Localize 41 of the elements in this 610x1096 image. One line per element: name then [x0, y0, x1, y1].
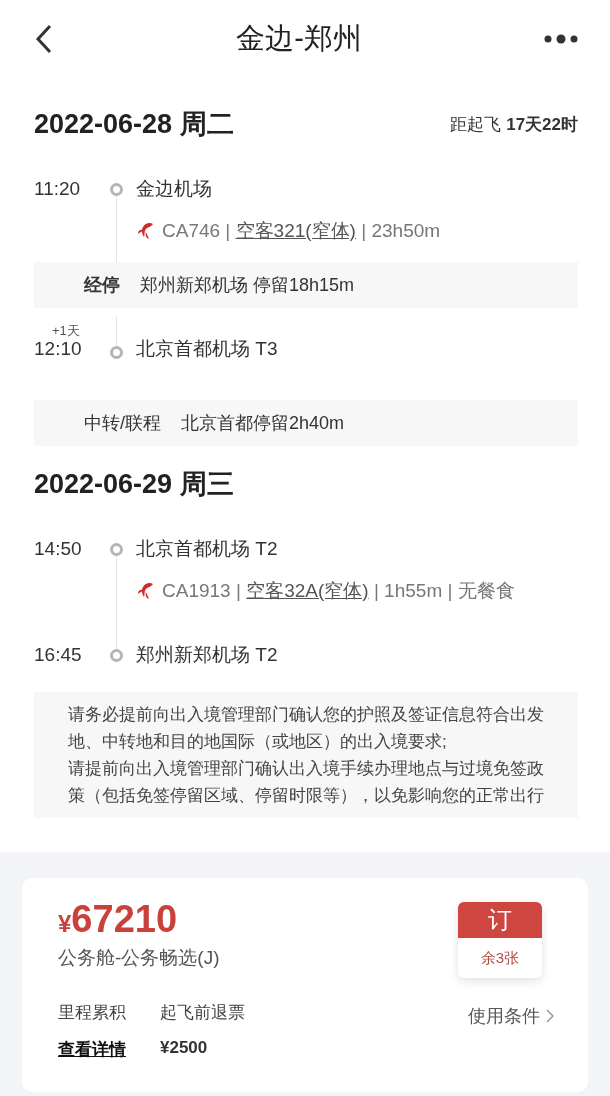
stop-label: 中转/联程: [84, 412, 161, 435]
stop-detail: 郑州新郑机场 停留18h15m: [140, 274, 355, 297]
timeline-dot: [109, 346, 123, 359]
cabin-class: 公务舱-公务畅选(J): [58, 946, 221, 970]
airline-logo-icon: [136, 221, 156, 241]
chevron-right-icon: [546, 1009, 554, 1023]
date-heading: 2022-06-29 周三: [34, 468, 234, 501]
departure-time: 16:45: [34, 644, 82, 666]
conditions-link[interactable]: 使用条件: [468, 1004, 554, 1028]
refund-fee: ¥2500: [160, 1038, 209, 1058]
countdown-text: 距起飞 17天22时: [450, 113, 578, 136]
info-label: 里程累积: [58, 1002, 126, 1024]
book-button[interactable]: 订 余3张: [458, 902, 542, 978]
timeline-dot: [109, 542, 123, 556]
departure-time: 12:10: [34, 338, 82, 360]
departure-time: 14:50: [34, 538, 82, 560]
airport-name: 北京首都机场 T2: [136, 537, 279, 561]
aircraft-link[interactable]: 空客321(窄体): [235, 220, 356, 241]
flight-info: CA746 | 空客321(窄体) | 23h50m: [162, 219, 441, 243]
back-icon: [34, 24, 54, 54]
departure-time: 11:20: [34, 178, 81, 200]
airline-logo-icon: [136, 581, 156, 601]
notice-text: 请提前向出入境管理部门确认出入境手续办理地点与过境免签政策（包括免签停留区域、停留时限等），以免影响您的正常出行: [68, 758, 545, 807]
more-icon: [544, 34, 578, 44]
stop-label: 经停: [84, 274, 120, 297]
flight-info: CA1913 | 空客32A(窄体) | 1h55m | 无餐食: [162, 579, 515, 603]
airport-name: 金边机场: [136, 177, 213, 201]
date-heading: 2022-06-28 周二: [34, 108, 234, 141]
stop-detail: 北京首都停留2h40m: [181, 412, 345, 435]
notice-text: 请务必提前向出入境管理部门确认您的护照及签证信息符合出发地、中转地和目的地国际（或地区）的出入境要求;: [68, 704, 545, 753]
timeline-dot: [109, 182, 123, 196]
currency-symbol: ¥: [58, 910, 72, 938]
timeline-dot: [109, 648, 123, 662]
aircraft-link[interactable]: 空客32A(窄体): [246, 580, 369, 601]
airport-name: 北京首都机场 T3: [136, 337, 279, 361]
info-label: 起飞前退票: [160, 1002, 245, 1024]
details-link[interactable]: 查看详情: [58, 1038, 126, 1061]
airport-name: 郑州新郑机场 T2: [136, 643, 279, 667]
day-offset: +1天: [52, 322, 80, 340]
price-amount: 67210: [71, 898, 178, 941]
page-title: 金边-郑州: [236, 21, 362, 56]
